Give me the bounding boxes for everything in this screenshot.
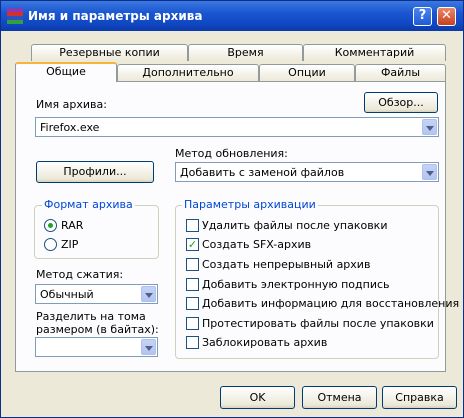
chevron-down-icon[interactable] — [422, 119, 437, 135]
checkbox-solid-archive-label: Создать непрерывный архив — [202, 258, 371, 271]
winrar-icon — [7, 8, 23, 24]
chevron-down-icon[interactable] — [422, 164, 437, 180]
chevron-down-icon[interactable] — [141, 339, 156, 355]
compression-value: Обычный — [40, 288, 94, 301]
checkbox-create-sfx[interactable]: ✓ — [186, 238, 199, 251]
checkbox-test-files-label: Протестировать файлы после упаковки — [202, 317, 434, 330]
update-method-select[interactable]: Добавить с заменой файлов — [175, 162, 439, 182]
radio-rar-label: RAR — [61, 219, 84, 232]
split-label-line2: размером (в байтах): — [36, 323, 159, 336]
checkbox-lock-archive-label: Заблокировать архив — [202, 336, 328, 349]
archiving-params-title: Параметры архивации — [182, 198, 318, 211]
title-bar[interactable]: Имя и параметры архива ? ✕ — [1, 1, 463, 31]
checkbox-recovery-record[interactable] — [186, 297, 199, 310]
tab-options[interactable]: Опции — [259, 64, 355, 81]
checkbox-test-files[interactable] — [186, 317, 199, 330]
tab-comment[interactable]: Комментарий — [303, 44, 446, 61]
checkbox-lock-archive[interactable] — [186, 336, 199, 349]
radio-zip-label: ZIP — [61, 238, 79, 251]
browse-button[interactable]: Обзор... — [364, 92, 438, 113]
radio-zip[interactable] — [44, 238, 57, 251]
tab-time[interactable]: Время — [188, 44, 303, 61]
checkbox-digital-signature-label: Добавить электронную подпись — [202, 278, 390, 291]
format-group-title: Формат архива — [42, 198, 135, 211]
update-method-label: Метод обновления: — [175, 147, 288, 160]
compression-label: Метод сжатия: — [36, 268, 124, 281]
radio-rar[interactable] — [44, 219, 57, 232]
archive-name-value: Firefox.exe — [40, 121, 100, 134]
format-group — [34, 205, 159, 259]
help-icon[interactable]: ? — [413, 7, 432, 26]
checkbox-digital-signature[interactable] — [186, 278, 199, 291]
split-size-input[interactable] — [35, 337, 158, 357]
close-icon[interactable]: ✕ — [437, 7, 456, 26]
window-title: Имя и параметры архива — [28, 9, 203, 23]
help-button[interactable]: Справка — [382, 386, 457, 409]
compression-select[interactable]: Обычный — [35, 284, 158, 304]
split-label-line1: Разделить на тома — [36, 310, 146, 323]
checkbox-delete-files-label: Удалить файлы после упаковки — [202, 219, 388, 232]
archive-name-label: Имя архива: — [36, 98, 107, 111]
chevron-down-icon[interactable] — [141, 286, 156, 302]
checkbox-solid-archive[interactable] — [186, 258, 199, 271]
update-method-value: Добавить с заменой файлов — [180, 166, 345, 179]
checkbox-recovery-record-label: Добавить информацию для восстановления — [202, 297, 460, 310]
general-panel: Имя архива: Обзор... Firefox.exe Профили… — [15, 81, 459, 372]
tab-backups[interactable]: Резервные копии — [31, 44, 188, 61]
archive-name-input[interactable]: Firefox.exe — [35, 117, 439, 137]
tab-advanced[interactable]: Дополнительно — [117, 64, 259, 81]
archive-dialog: Имя и параметры архива ? ✕ Резервные коп… — [0, 0, 464, 418]
tab-files[interactable]: Файлы — [355, 64, 446, 81]
ok-button[interactable]: OK — [220, 386, 295, 409]
profiles-button[interactable]: Профили... — [36, 161, 154, 183]
checkbox-create-sfx-label: Создать SFX-архив — [202, 238, 312, 251]
tab-general[interactable]: Общие — [15, 62, 117, 82]
cancel-button[interactable]: Отмена — [302, 386, 377, 409]
checkbox-delete-files[interactable] — [186, 219, 199, 232]
